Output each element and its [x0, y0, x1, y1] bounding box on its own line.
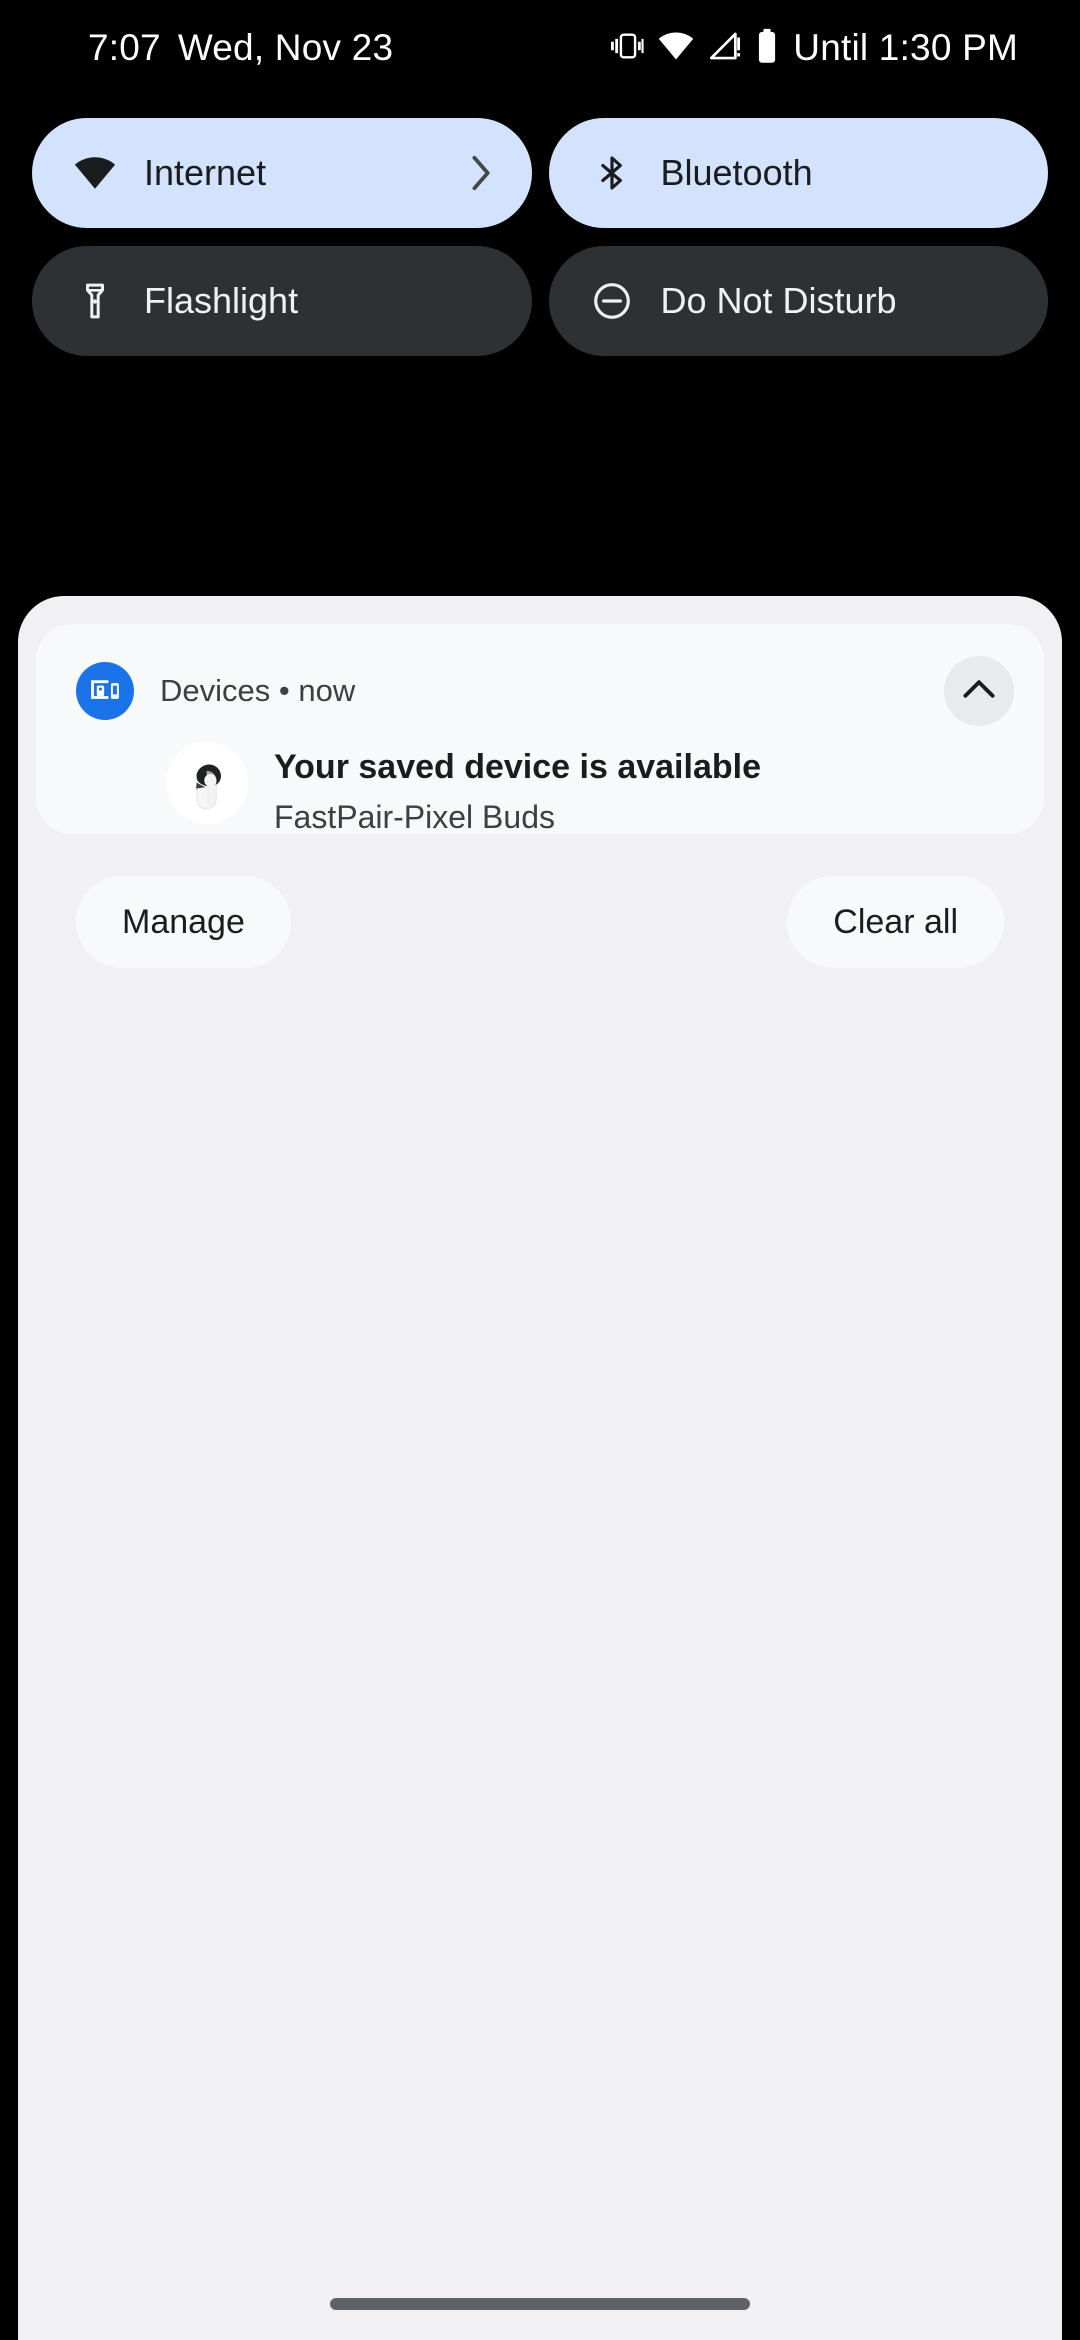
status-date: Wed, Nov 23: [177, 27, 394, 68]
notification-text-block: Your saved device is available FastPair-…: [274, 742, 761, 836]
notification-app-meta: Devices • now: [160, 673, 356, 708]
qs-tile-internet[interactable]: Internet: [32, 118, 532, 228]
collapse-notification-button[interactable]: [944, 656, 1014, 726]
qs-tile-label: Bluetooth: [660, 152, 813, 193]
notification-header: Devices • now: [76, 662, 355, 720]
chevron-up-icon: [962, 678, 996, 705]
quick-settings-row-2: Flashlight Do Not Disturb: [0, 246, 1080, 356]
chevron-right-icon[interactable]: [470, 154, 494, 192]
status-bar-right: Until 1:30 PM: [611, 0, 1018, 96]
qs-tile-label: Internet: [144, 152, 267, 193]
wifi-icon: [74, 152, 116, 194]
qs-tile-do-not-disturb[interactable]: Do Not Disturb: [548, 246, 1048, 356]
manage-button[interactable]: Manage: [76, 876, 291, 968]
notification-subtitle: FastPair-Pixel Buds: [274, 798, 555, 835]
battery-icon: [754, 28, 780, 69]
battery-estimate-text: Until 1:30 PM: [793, 27, 1018, 68]
status-time: 7:07: [88, 27, 161, 68]
quick-settings-grid: Internet Bluetooth Flashlight Do Not Dis…: [0, 118, 1080, 374]
shade-action-row: Manage Clear all: [76, 876, 1004, 968]
mobile-signal-no-service-icon: [707, 29, 741, 68]
notification-card[interactable]: Devices • now Your saved device is avail…: [36, 624, 1044, 836]
vibrate-icon: [611, 29, 645, 68]
do-not-disturb-icon: [591, 280, 633, 322]
clear-all-button[interactable]: Clear all: [787, 876, 1004, 968]
qs-tile-label: Do Not Disturb: [660, 280, 897, 321]
status-bar-left: 7:07 Wed, Nov 23: [88, 0, 393, 96]
notification-title: Your saved device is available: [274, 748, 761, 786]
quick-settings-row-1: Internet Bluetooth: [0, 118, 1080, 228]
notification-shade: Devices • now Your saved device is avail…: [18, 596, 1062, 2340]
qs-tile-flashlight[interactable]: Flashlight: [32, 246, 532, 356]
devices-icon: [76, 662, 134, 720]
wifi-icon: [658, 28, 694, 69]
flashlight-icon: [74, 280, 116, 322]
notification-body: Your saved device is available FastPair-…: [166, 742, 761, 836]
gesture-nav-handle[interactable]: [330, 2298, 750, 2310]
qs-tile-bluetooth[interactable]: Bluetooth: [548, 118, 1048, 228]
phone-screen: 7:07 Wed, Nov 23 Until 1:30 PM Internet …: [0, 0, 1080, 2340]
status-bar: 7:07 Wed, Nov 23 Until 1:30 PM: [0, 0, 1080, 96]
qs-tile-label: Flashlight: [144, 280, 299, 321]
pixel-buds-earbud-image: [166, 742, 248, 824]
bluetooth-icon: [591, 152, 633, 194]
